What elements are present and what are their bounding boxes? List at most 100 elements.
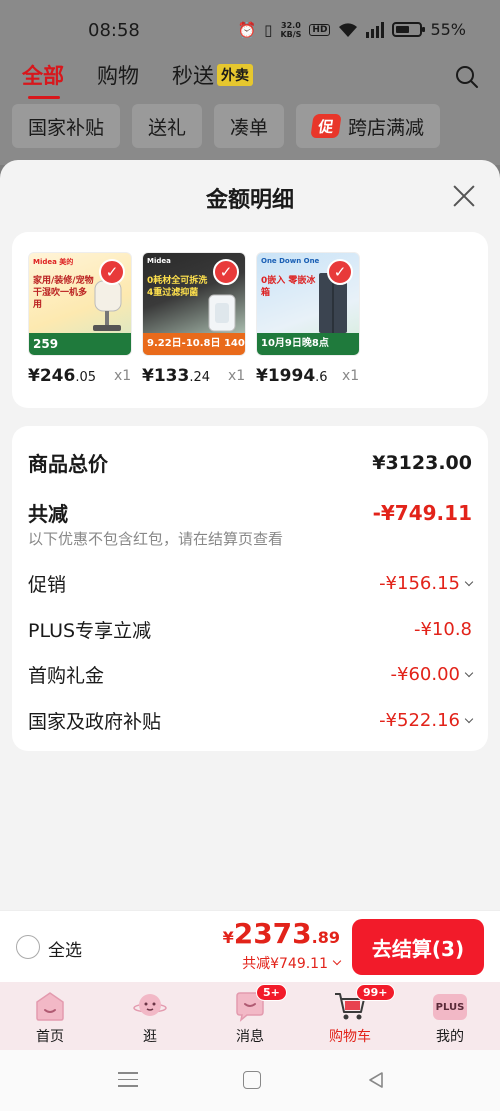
product-price: ¥246.05 — [28, 366, 97, 386]
bottom-nav: 首页 逛 5+ 消息 99+ 购物车 PLUS 我的 — [0, 982, 500, 1050]
discount-total-label: 共减 — [28, 502, 68, 526]
waimai-badge: 外卖 — [217, 64, 253, 86]
subtotal-row: 商品总价 ¥3123.00 — [28, 448, 472, 477]
search-icon[interactable] — [454, 64, 480, 90]
discount-item-label: PLUS专享立减 — [28, 620, 152, 642]
chevron-down-icon — [464, 668, 474, 677]
tab-all[interactable]: 全部 — [22, 60, 64, 99]
thumb-desc: 0嵌入 零嵌冰箱 — [261, 276, 316, 298]
total-price: ¥2373.89 — [222, 917, 340, 950]
discount-item-value: -¥156.15 — [379, 573, 474, 594]
filter-chips: 国家补贴 送礼 凑单 促跨店满减 — [12, 104, 441, 148]
discount-item-value: -¥10.8 — [413, 619, 472, 640]
cart-badge: 99+ — [356, 984, 395, 1001]
battery-percent: 55% — [430, 20, 466, 39]
thumb-price-band: 10月9日晚8点 2159 — [257, 333, 359, 355]
menu-icon[interactable] — [118, 1072, 138, 1088]
top-tabs: 全部 购物 秒送 外卖 — [22, 60, 253, 99]
vibrate-icon: ▯ — [264, 20, 273, 39]
thumb-brand: Midea 美的 — [33, 258, 74, 266]
tab-instant-label: 秒送 — [172, 64, 214, 88]
promo-icon: 促 — [310, 114, 342, 138]
amount-detail-sheet: 金额明细 Midea 美的 家用/装修/宠物 干湿吹一机多用 ✓ 259 ¥24… — [0, 160, 500, 910]
tab-instant[interactable]: 秒送 外卖 — [172, 60, 253, 90]
net-speed: 32.0 KB/S — [280, 20, 302, 39]
products-card: Midea 美的 家用/装修/宠物 干湿吹一机多用 ✓ 259 ¥246.05 … — [12, 232, 488, 408]
selected-check-icon: ✓ — [327, 259, 353, 285]
system-nav-bar — [0, 1050, 500, 1111]
nav-label: 首页 — [36, 1029, 64, 1045]
hd-icon: HD — [309, 23, 331, 36]
home-button-icon[interactable] — [243, 1071, 261, 1089]
product-price: ¥133.24 — [142, 366, 211, 386]
tab-shopping[interactable]: 购物 — [97, 60, 139, 90]
discount-note: 以下优惠不包含红包，请在结算页查看 — [28, 530, 284, 548]
selected-check-icon: ✓ — [99, 259, 125, 285]
plus-icon: PLUS — [433, 994, 467, 1020]
wifi-icon — [339, 22, 358, 37]
nav-item-cart[interactable]: 99+ 购物车 — [300, 982, 400, 1050]
product-item[interactable]: Midea 0耗材全可拆洗 4重过滤抑菌 ✓ 9.22日-10.8日 140 ¥… — [142, 252, 262, 386]
thumb-desc: 家用/装修/宠物 干湿吹一机多用 — [33, 276, 94, 310]
nav-item-home[interactable]: 首页 — [0, 982, 100, 1050]
product-thumbnail: One Down One 0嵌入 零嵌冰箱 ✓ 10月9日晚8点 2159 — [256, 252, 360, 356]
discount-total-value: -¥749.11 — [372, 500, 472, 525]
chevron-down-icon — [464, 577, 474, 586]
nav-label: 购物车 — [329, 1029, 371, 1045]
discount-item-gov-subsidy[interactable]: 国家及政府补贴 -¥522.16 — [28, 707, 474, 734]
status-bar: 08:58 ⏰ ▯ 32.0 KB/S HD 55% — [0, 0, 500, 60]
chevron-down-icon — [464, 714, 474, 723]
home-icon — [36, 992, 64, 1021]
chip-cross-store-label: 跨店满减 — [348, 116, 425, 139]
nav-label: 逛 — [143, 1029, 157, 1045]
chevron-down-icon — [332, 956, 342, 966]
select-all-checkbox[interactable] — [16, 935, 40, 959]
nav-item-messages[interactable]: 5+ 消息 — [200, 982, 300, 1050]
nav-item-mine[interactable]: PLUS 我的 — [400, 982, 500, 1050]
background-page: 08:58 ⏰ ▯ 32.0 KB/S HD 55% 全部 购物 秒送 外卖 国家… — [0, 0, 500, 165]
status-time: 08:58 — [88, 20, 140, 41]
discount-item-plus: PLUS专享立减 -¥10.8 — [28, 616, 472, 643]
product-item[interactable]: Midea 美的 家用/装修/宠物 干湿吹一机多用 ✓ 259 ¥246.05 … — [28, 252, 148, 386]
discount-item-first-purchase[interactable]: 首购礼金 -¥60.00 — [28, 661, 474, 688]
product-item[interactable]: One Down One 0嵌入 零嵌冰箱 ✓ 10月9日晚8点 2159 ¥1… — [256, 252, 376, 386]
discount-item-label: 促销 — [28, 574, 67, 596]
product-quantity: x1 — [114, 368, 132, 384]
chip-cross-store-discount[interactable]: 促跨店满减 — [296, 104, 441, 148]
product-thumbnail: Midea 0耗材全可拆洗 4重过滤抑菌 ✓ 9.22日-10.8日 140 — [142, 252, 246, 356]
product-quantity: x1 — [342, 368, 360, 384]
thumb-price-band: 259 — [29, 333, 131, 355]
close-icon[interactable] — [452, 184, 476, 208]
checkout-bar: 全选 ¥2373.89 共减¥749.11 去结算(3) — [0, 910, 500, 982]
sheet-title: 金额明细 — [205, 188, 294, 213]
chip-gift[interactable]: 送礼 — [132, 104, 203, 148]
chip-add-on[interactable]: 凑单 — [214, 104, 285, 148]
select-all-label[interactable]: 全选 — [48, 936, 82, 961]
nav-label: 消息 — [236, 1029, 264, 1045]
thumb-brand: Midea — [147, 257, 171, 265]
product-price: ¥1994.6 — [256, 366, 328, 386]
message-badge: 5+ — [256, 984, 287, 1001]
checkout-button[interactable]: 去结算(3) — [352, 919, 484, 975]
signal-icon — [366, 21, 385, 38]
selected-check-icon: ✓ — [213, 259, 239, 285]
chip-national-subsidy[interactable]: 国家补贴 — [12, 104, 121, 148]
thumb-desc: 0耗材全可拆洗 4重过滤抑菌 — [147, 276, 208, 298]
discount-item-value: -¥60.00 — [391, 664, 474, 685]
discount-item-label: 国家及政府补贴 — [28, 711, 162, 733]
discount-item-promotion[interactable]: 促销 -¥156.15 — [28, 570, 474, 597]
nav-item-browse[interactable]: 逛 — [100, 982, 200, 1050]
battery-icon — [392, 22, 426, 37]
browse-icon — [133, 994, 167, 1016]
alarm-icon: ⏰ — [237, 20, 257, 39]
discount-item-value: -¥522.16 — [379, 710, 474, 731]
price-detail-card: 商品总价 ¥3123.00 共减 -¥749.11 以下优惠不包含红包，请在结算… — [12, 426, 488, 751]
back-icon[interactable] — [366, 1070, 386, 1090]
subtotal-value: ¥3123.00 — [372, 451, 472, 474]
status-icons: ⏰ ▯ 32.0 KB/S HD 55% — [237, 20, 466, 39]
water-purifier-icon — [208, 294, 236, 332]
thumb-price-band: 9.22日-10.8日 140 — [143, 333, 245, 355]
total-discount-toggle[interactable]: 共减¥749.11 — [242, 953, 342, 973]
vacuum-cleaner-icon — [93, 280, 122, 331]
product-quantity: x1 — [228, 368, 246, 384]
